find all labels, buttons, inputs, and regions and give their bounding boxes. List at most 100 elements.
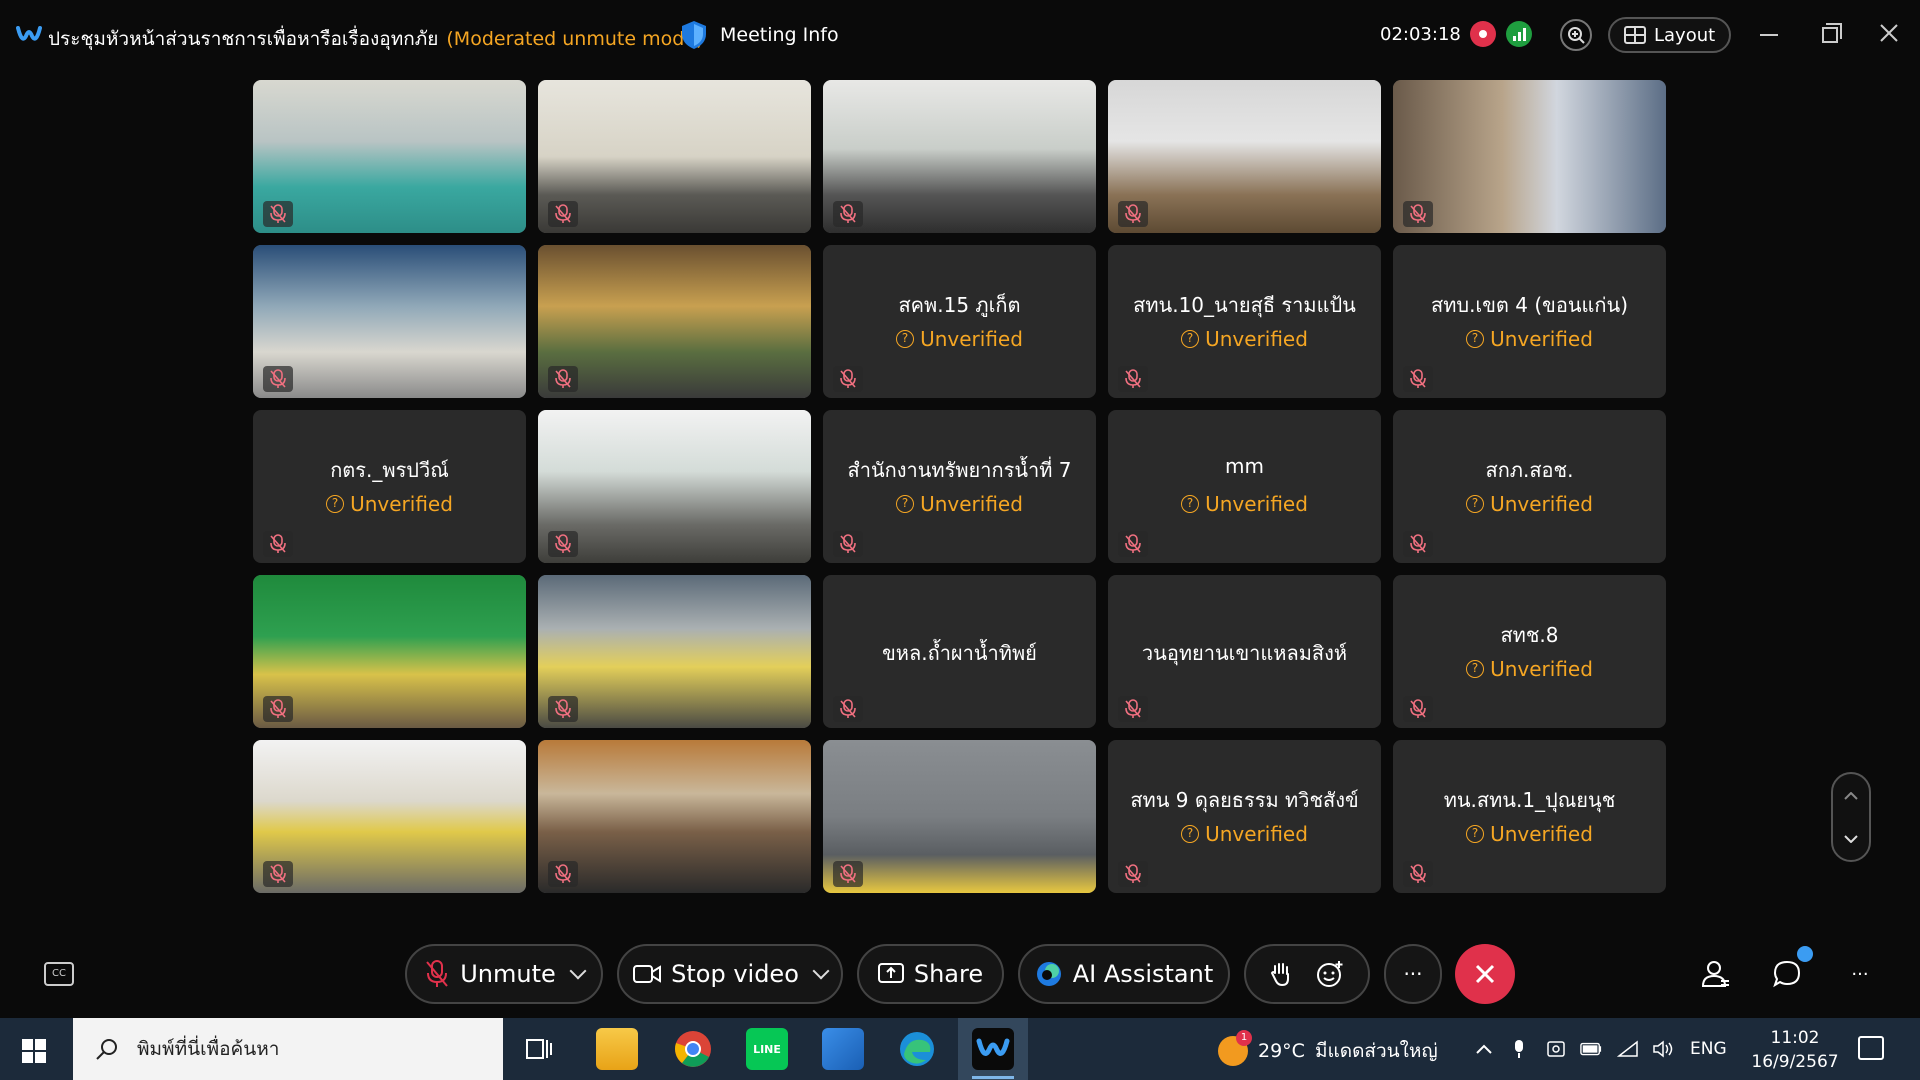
emoji-reaction-icon[interactable] [1316, 960, 1344, 988]
participant-name-tile[interactable]: กตร._พรปวีณ์ ? Unverified [253, 410, 526, 563]
participant-name: กตร._พรปวีณ์ [330, 458, 449, 482]
participant-name-tile[interactable]: ทน.สทน.1_ปุณยนุช ? Unverified [1393, 740, 1666, 893]
chat-icon[interactable] [1769, 956, 1805, 992]
participant-video-tile[interactable] [538, 410, 811, 563]
grid-scroll-control[interactable] [1831, 772, 1871, 862]
input-language-indicator[interactable]: ENG [1690, 1039, 1727, 1059]
question-icon: ? [896, 495, 915, 513]
participant-video-tile[interactable] [823, 740, 1096, 893]
participant-video-tile[interactable] [538, 80, 811, 233]
participant-video-tile[interactable] [253, 740, 526, 893]
meeting-info-button[interactable]: Meeting Info [680, 20, 839, 50]
chrome-icon[interactable] [672, 1028, 714, 1070]
muted-mic-icon [833, 861, 863, 887]
participant-video-tile[interactable] [538, 740, 811, 893]
muted-mic-icon [833, 696, 863, 722]
camera-privacy-icon[interactable] [1545, 1038, 1567, 1060]
photos-icon[interactable] [822, 1028, 864, 1070]
participant-video-tile[interactable] [1108, 80, 1381, 233]
notifications-icon[interactable] [1858, 1036, 1884, 1060]
participant-video-tile[interactable] [538, 575, 811, 728]
participant-name-tile[interactable]: สคพ.15 ภูเก็ต ? Unverified [823, 245, 1096, 398]
search-placeholder: พิมพ์ที่นี่เพื่อค้นหา [137, 1038, 280, 1060]
raise-hand-icon[interactable] [1270, 961, 1292, 987]
participant-name-tile[interactable]: วนอุทยานเขาแหลมสิงห์ [1108, 575, 1381, 728]
participant-name-tile[interactable]: สำนักงานทรัพยากรน้ำที่ 7 ? Unverified [823, 410, 1096, 563]
more-menu-icon[interactable]: ··· [1842, 956, 1878, 992]
network-signal-icon[interactable] [1506, 21, 1532, 47]
unverified-label: ? Unverified [1108, 822, 1381, 846]
meeting-title-text: ประชุมหัวหน้าส่วนราชการเพื่อหารือเรื่องอ… [48, 28, 439, 50]
participant-grid: สคพ.15 ภูเก็ต ? Unverified สทน.10_นายสุธ… [253, 80, 1667, 893]
participant-name-tile[interactable]: สทบ.เขต 4 (ขอนแก่น) ? Unverified [1393, 245, 1666, 398]
unmute-button[interactable]: Unmute [405, 944, 603, 1004]
ai-assistant-button[interactable]: AI Assistant [1018, 944, 1230, 1004]
participant-name-tile[interactable]: สทน.10_นายสุธี รามแป้น ? Unverified [1108, 245, 1381, 398]
recording-icon[interactable] [1470, 21, 1496, 47]
chevron-down-icon[interactable] [812, 962, 830, 980]
participant-video-tile[interactable] [538, 245, 811, 398]
stop-video-button[interactable]: Stop video [617, 944, 843, 1004]
muted-mic-icon [548, 531, 578, 557]
participant-video-tile[interactable] [253, 575, 526, 728]
participant-name-tile[interactable]: mm ? Unverified [1108, 410, 1381, 563]
muted-mic-icon [548, 861, 578, 887]
layout-button[interactable]: Layout [1608, 17, 1732, 53]
participant-video-tile[interactable] [1393, 80, 1666, 233]
weather-widget[interactable]: 1 29°C มีแดดส่วนใหญ่ [1218, 1030, 1438, 1066]
muted-mic-icon [1403, 531, 1433, 557]
participant-name-tile[interactable]: สกภ.สอช. ? Unverified [1393, 410, 1666, 563]
volume-icon[interactable] [1652, 1038, 1674, 1060]
chevron-down-icon[interactable] [569, 962, 587, 980]
question-icon: ? [1181, 330, 1200, 348]
muted-mic-icon [1118, 696, 1148, 722]
meeting-mode-label: (Moderated unmute mode) [446, 28, 704, 50]
wifi-icon[interactable] [1617, 1038, 1639, 1060]
battery-icon[interactable] [1580, 1038, 1602, 1060]
question-icon: ? [896, 330, 915, 348]
restore-icon[interactable] [1822, 23, 1842, 43]
share-button[interactable]: Share [857, 944, 1004, 1004]
taskbar-search-box[interactable]: พิมพ์ที่นี่เพื่อค้นหา [73, 1018, 503, 1080]
participant-video-tile[interactable] [253, 245, 526, 398]
scroll-down-icon[interactable] [1833, 817, 1869, 860]
close-icon[interactable] [1878, 22, 1900, 44]
file-explorer-icon[interactable] [596, 1028, 638, 1070]
participant-name-tile[interactable]: สทน 9 ดุลยธรรม ทวิชสังข์ ? Unverified [1108, 740, 1381, 893]
participant-video-tile[interactable] [253, 80, 526, 233]
muted-mic-icon [263, 861, 293, 887]
muted-mic-icon [833, 366, 863, 392]
muted-mic-icon [263, 201, 293, 227]
show-hidden-icons-icon[interactable] [1473, 1038, 1495, 1060]
windows-start-icon[interactable] [22, 1039, 46, 1063]
line-app-icon[interactable]: LINE [746, 1028, 788, 1070]
webex-taskbar-icon[interactable] [972, 1028, 1014, 1070]
weather-sun-icon: 1 [1218, 1030, 1252, 1066]
title-bar: ประชุมหัวหน้าส่วนราชการเพื่อหารือเรื่องอ… [0, 0, 1920, 70]
participant-video-feed [538, 80, 811, 233]
more-options-button[interactable]: ··· [1384, 944, 1442, 1004]
closed-captions-button[interactable]: CC [44, 962, 74, 986]
participant-name: สำนักงานทรัพยากรน้ำที่ 7 [847, 458, 1072, 482]
taskbar-clock[interactable]: 11:02 16/9/2567 [1745, 1026, 1845, 1074]
participant-name-tile[interactable]: สทช.8 ? Unverified [1393, 575, 1666, 728]
participant-video-feed [538, 410, 811, 563]
unmute-label: Unmute [460, 960, 556, 988]
participants-icon[interactable] [1698, 956, 1734, 992]
participant-name: สทบ.เขต 4 (ขอนแก่น) [1430, 293, 1628, 317]
edge-icon[interactable] [896, 1028, 938, 1070]
minimize-icon[interactable] [1760, 34, 1778, 36]
zoom-icon[interactable] [1560, 19, 1592, 51]
muted-mic-icon [1118, 531, 1148, 557]
participant-name: ขหล.ถ้ำผาน้ำทิพย์ [882, 641, 1037, 665]
participant-name: สคพ.15 ภูเก็ต [898, 293, 1021, 317]
participant-video-feed [253, 740, 526, 893]
leave-meeting-button[interactable] [1455, 944, 1515, 1004]
share-label: Share [913, 960, 984, 988]
microphone-icon[interactable] [1508, 1038, 1530, 1060]
participant-name-tile[interactable]: ขหล.ถ้ำผาน้ำทิพย์ [823, 575, 1096, 728]
scroll-up-icon[interactable] [1833, 774, 1869, 817]
task-view-icon[interactable] [518, 1028, 560, 1070]
participant-video-tile[interactable] [823, 80, 1096, 233]
share-screen-icon [877, 963, 904, 983]
